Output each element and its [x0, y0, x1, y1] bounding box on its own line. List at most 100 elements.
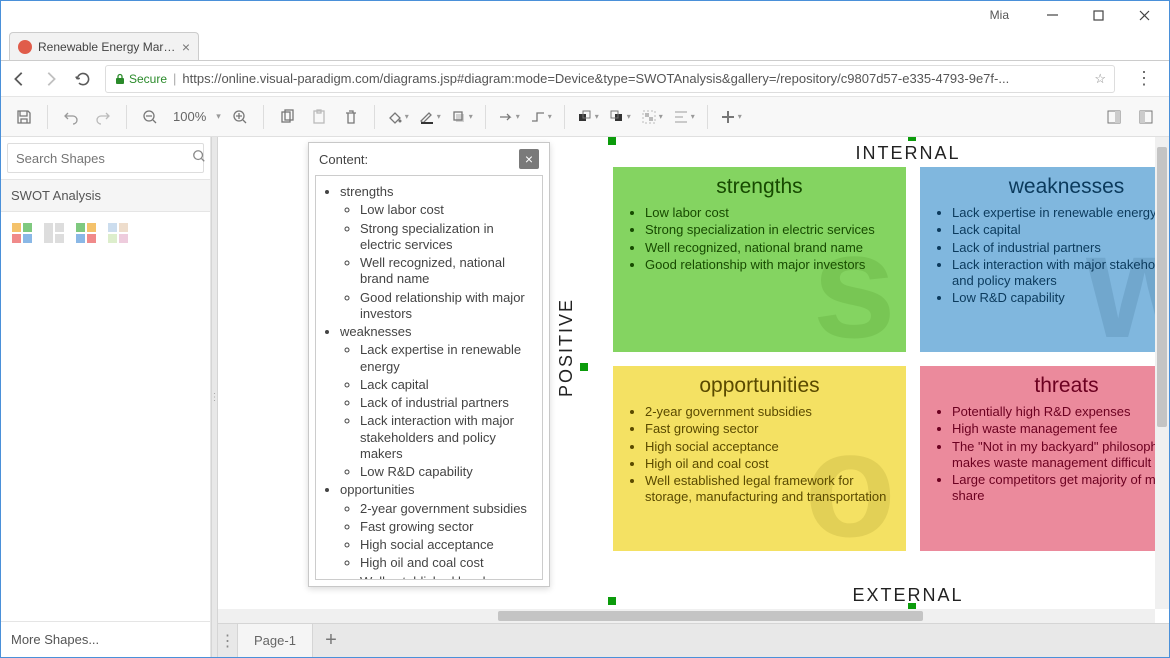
browser-tab[interactable]: Renewable Energy Marke ×: [9, 32, 199, 60]
content-item: Lack interaction with major stakeholders…: [360, 413, 538, 462]
list-item: Lack interaction with major stakeholders…: [952, 257, 1169, 290]
axis-positive: POSITIVE: [556, 298, 577, 397]
page-tab[interactable]: Page-1: [238, 624, 313, 658]
align-button[interactable]: [671, 104, 697, 130]
window-user: Mia: [990, 8, 1009, 22]
swot-shape-2[interactable]: [43, 222, 65, 244]
undo-button[interactable]: [58, 104, 84, 130]
format-panel-button[interactable]: [1101, 104, 1127, 130]
swot-shape-3[interactable]: [75, 222, 97, 244]
card-title: threats: [932, 374, 1169, 398]
delete-button[interactable]: [338, 104, 364, 130]
window-close-button[interactable]: [1121, 1, 1167, 29]
swot-card-threats[interactable]: t threats Potentially high R&D expensesH…: [920, 366, 1169, 551]
list-item: Lack of industrial partners: [952, 240, 1169, 256]
shadow-button[interactable]: [449, 104, 475, 130]
list-item: Well recognized, national brand name: [645, 240, 894, 256]
swot-shape-1[interactable]: [11, 222, 33, 244]
content-item: Well recognized, national brand name: [360, 255, 538, 288]
url-text: https://online.visual-paradigm.com/diagr…: [182, 71, 1094, 86]
window-title-bar: Mia: [1, 1, 1169, 29]
search-input[interactable]: [16, 151, 192, 166]
list-item: High oil and coal cost: [645, 456, 894, 472]
content-item: High oil and coal cost: [360, 555, 538, 571]
list-item: Large competitors get majority of market…: [952, 472, 1169, 505]
save-button[interactable]: [11, 104, 37, 130]
list-item: High social acceptance: [645, 439, 894, 455]
window-minimize-button[interactable]: [1029, 1, 1075, 29]
url-field[interactable]: Secure | https://online.visual-paradigm.…: [105, 65, 1115, 93]
content-item: Low R&D capability: [360, 464, 538, 480]
swot-card-weaknesses[interactable]: w weaknesses Lack expertise in renewable…: [920, 167, 1169, 352]
waypoints-button[interactable]: [528, 104, 554, 130]
tab-close-icon[interactable]: ×: [182, 39, 190, 55]
card-title: weaknesses: [932, 175, 1169, 199]
content-item: Lack of industrial partners: [360, 395, 538, 411]
window-maximize-button[interactable]: [1075, 1, 1121, 29]
card-title: strengths: [625, 175, 894, 199]
browser-menu-button[interactable]: ⋮: [1127, 68, 1161, 89]
content-panel-title: Content:: [319, 152, 368, 167]
content-section: strengthsLow labor costStrong specializa…: [340, 184, 538, 322]
content-item: Strong specialization in electric servic…: [360, 221, 538, 254]
list-item: Low R&D capability: [952, 290, 1169, 306]
group-button[interactable]: [639, 104, 665, 130]
insert-button[interactable]: [718, 104, 744, 130]
favicon-icon: [18, 40, 32, 54]
content-item: Low labor cost: [360, 202, 538, 218]
list-item: 2-year government subsidies: [645, 404, 894, 420]
to-back-button[interactable]: [607, 104, 633, 130]
browser-address-bar: Secure | https://online.visual-paradigm.…: [1, 61, 1169, 97]
to-front-button[interactable]: [575, 104, 601, 130]
content-item: Lack capital: [360, 377, 538, 393]
add-page-button[interactable]: +: [313, 624, 349, 658]
more-shapes-button[interactable]: More Shapes...: [1, 621, 210, 657]
diagram-canvas[interactable]: Content: × strengthsLow labor costStrong…: [218, 137, 1169, 623]
swot-shape-4[interactable]: [107, 222, 129, 244]
sidebar-splitter[interactable]: ⋮: [211, 137, 218, 657]
content-panel-body[interactable]: strengthsLow labor costStrong specializa…: [315, 175, 543, 580]
search-icon: [192, 149, 206, 168]
list-item: The "Not in my backyard" philosophy make…: [952, 439, 1169, 472]
h-scrollbar[interactable]: [218, 609, 1155, 623]
connector-style-button[interactable]: [496, 104, 522, 130]
zoom-level[interactable]: 100%: [173, 109, 206, 124]
content-panel: Content: × strengthsLow labor costStrong…: [308, 142, 550, 587]
list-item: Well established legal framework for sto…: [645, 473, 894, 506]
list-item: Low labor cost: [645, 205, 894, 221]
search-shapes-field[interactable]: [7, 143, 204, 173]
content-item: Good relationship with major investors: [360, 290, 538, 323]
zoom-in-button[interactable]: [227, 104, 253, 130]
card-title: opportunities: [625, 374, 894, 398]
list-item: Potentially high R&D expenses: [952, 404, 1169, 420]
back-button[interactable]: [9, 69, 29, 89]
fill-color-button[interactable]: [385, 104, 411, 130]
content-item: Fast growing sector: [360, 519, 538, 535]
zoom-out-button[interactable]: [137, 104, 163, 130]
bookmark-icon[interactable]: ☆: [1094, 71, 1106, 87]
forward-button[interactable]: [41, 69, 61, 89]
list-item: Strong specialization in electric servic…: [645, 222, 894, 238]
copy-button[interactable]: [274, 104, 300, 130]
page-tabs-menu[interactable]: ⋮: [218, 624, 238, 658]
list-item: Lack expertise in renewable energy: [952, 205, 1169, 221]
palette-header[interactable]: SWOT Analysis: [1, 179, 210, 212]
content-section: opportunities2-year government subsidies…: [340, 482, 538, 580]
content-panel-close-button[interactable]: ×: [519, 149, 539, 169]
swot-card-strengths[interactable]: s strengths Low labor costStrong special…: [613, 167, 906, 352]
line-color-button[interactable]: [417, 104, 443, 130]
content-item: Well established legal framework for sto…: [360, 574, 538, 581]
content-item: Lack expertise in renewable energy: [360, 342, 538, 375]
swot-card-opportunities[interactable]: o opportunities 2-year government subsid…: [613, 366, 906, 551]
content-section: weaknessesLack expertise in renewable en…: [340, 324, 538, 480]
list-item: Fast growing sector: [645, 421, 894, 437]
redo-button[interactable]: [90, 104, 116, 130]
paste-button[interactable]: [306, 104, 332, 130]
list-item: Good relationship with major investors: [645, 257, 894, 273]
v-scrollbar[interactable]: [1155, 137, 1169, 609]
content-item: High social acceptance: [360, 537, 538, 553]
shapes-sidebar: SWOT Analysis More Shapes...: [1, 137, 211, 657]
outline-panel-button[interactable]: [1133, 104, 1159, 130]
reload-button[interactable]: [73, 69, 93, 89]
axis-internal: INTERNAL: [855, 143, 960, 164]
